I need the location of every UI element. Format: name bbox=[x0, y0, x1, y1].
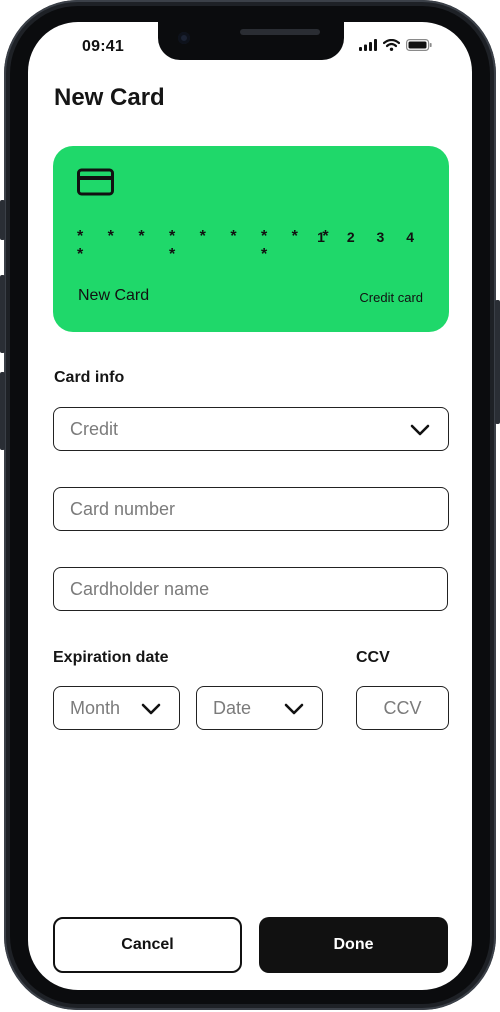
screen: 09:41 New Card * * * * * * * * * * * * 1… bbox=[28, 22, 472, 990]
ccv-input[interactable]: CCV bbox=[356, 686, 449, 730]
wifi-icon bbox=[383, 39, 400, 51]
chevron-down-icon bbox=[141, 703, 161, 715]
masked-group: * * * * bbox=[77, 228, 155, 263]
status-time: 09:41 bbox=[82, 38, 124, 55]
ccv-label: CCV bbox=[356, 649, 390, 666]
volume-up-button bbox=[0, 275, 5, 353]
card-type-value: Credit bbox=[70, 418, 119, 439]
status-icons bbox=[359, 39, 432, 51]
date-select[interactable]: Date bbox=[196, 686, 323, 730]
cardholder-name-placeholder: Cardholder name bbox=[70, 578, 210, 599]
front-camera bbox=[178, 32, 190, 44]
card-last-digits: 1 2 3 4 bbox=[317, 229, 423, 245]
page-title: New Card bbox=[54, 84, 165, 111]
card-type: Credit card bbox=[359, 290, 423, 305]
volume-down-button bbox=[0, 372, 5, 450]
card-type-select[interactable]: Credit bbox=[53, 407, 449, 451]
chevron-down-icon bbox=[284, 703, 304, 715]
notch-speaker bbox=[240, 29, 320, 35]
chevron-down-icon bbox=[410, 424, 430, 436]
expiration-date-label: Expiration date bbox=[53, 649, 169, 666]
card-preview: * * * * * * * * * * * * 1 2 3 4 New Card… bbox=[53, 146, 449, 332]
month-select[interactable]: Month bbox=[53, 686, 180, 730]
card-number-input[interactable]: Card number bbox=[53, 487, 449, 531]
card-number-placeholder: Card number bbox=[70, 498, 176, 519]
month-value: Month bbox=[70, 697, 121, 718]
cardholder-name-input[interactable]: Cardholder name bbox=[53, 567, 448, 611]
masked-card-number: * * * * * * * * * * * * bbox=[77, 228, 353, 264]
masked-group: * * * * bbox=[169, 228, 247, 263]
card-info-label: Card info bbox=[54, 369, 125, 386]
date-value: Date bbox=[213, 697, 252, 718]
card-name: New Card bbox=[78, 287, 150, 304]
credit-card-icon bbox=[77, 168, 114, 196]
power-button bbox=[495, 300, 500, 424]
cancel-button[interactable]: Cancel bbox=[53, 917, 242, 973]
done-button[interactable]: Done bbox=[259, 917, 448, 973]
battery-icon bbox=[406, 39, 432, 51]
silent-switch bbox=[0, 200, 5, 240]
ccv-placeholder: CCV bbox=[383, 697, 422, 718]
cellular-signal-icon bbox=[359, 39, 377, 51]
